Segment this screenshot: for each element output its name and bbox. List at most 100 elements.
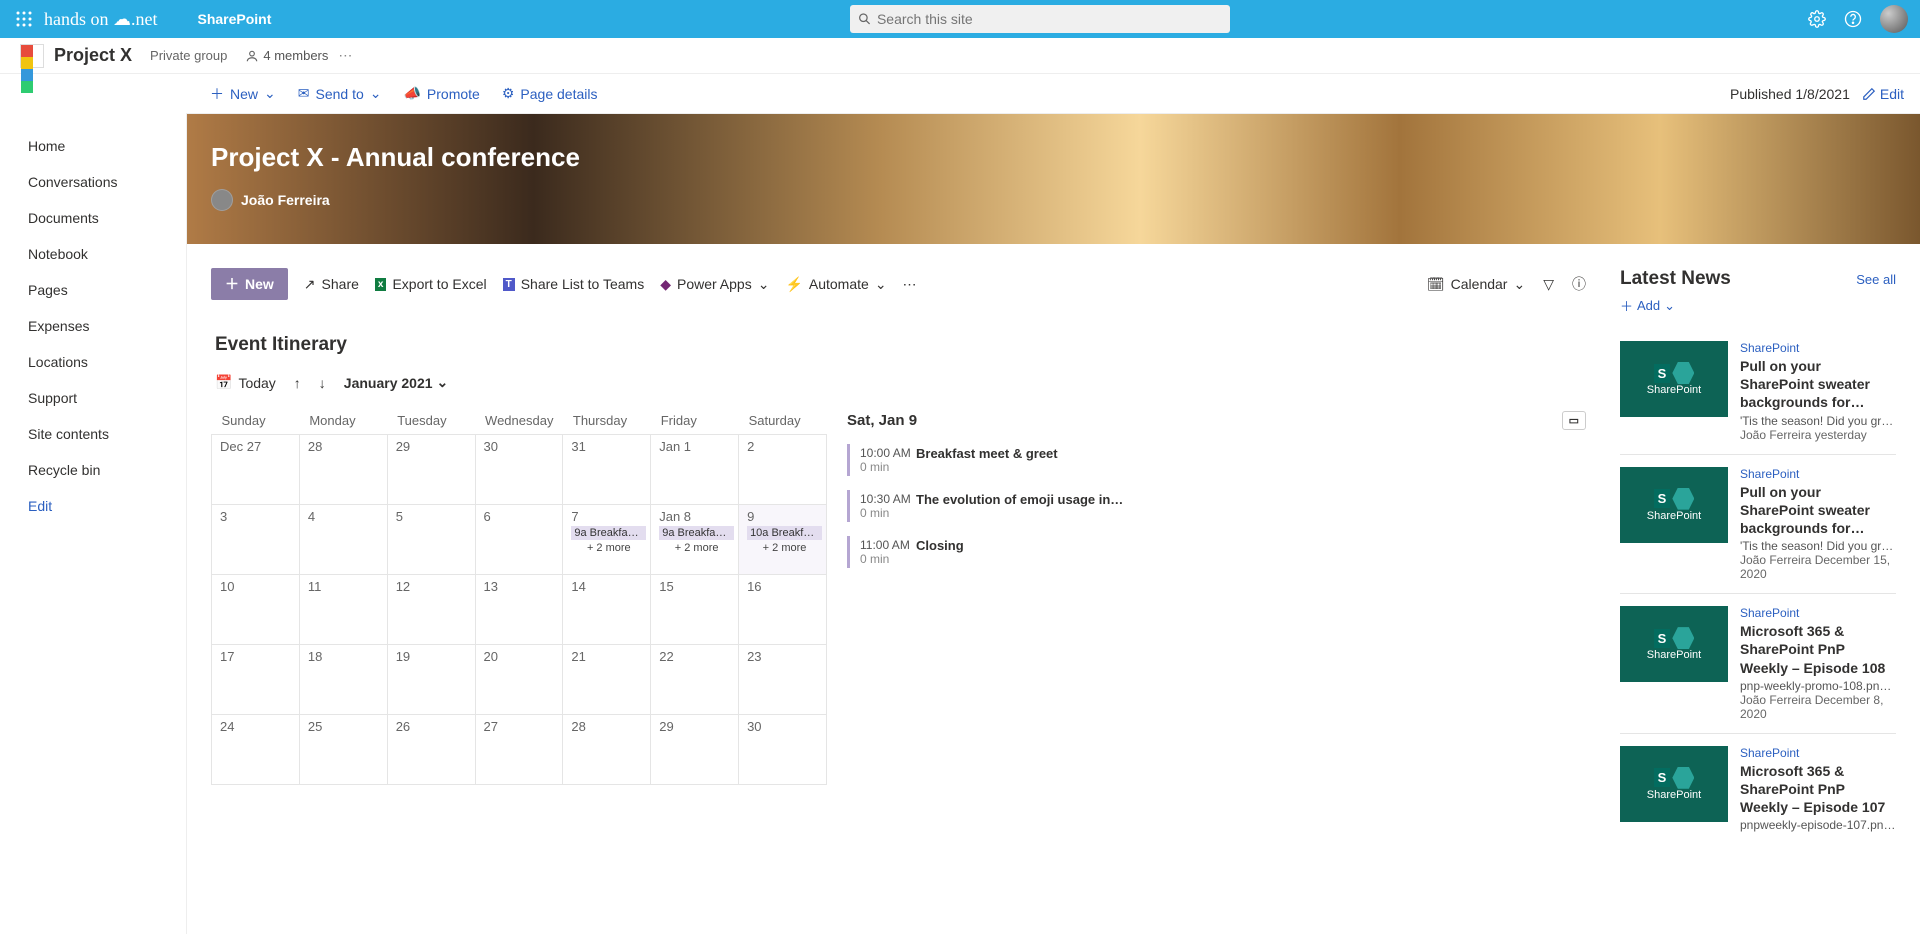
calendar-cell[interactable]: 2 bbox=[739, 435, 827, 505]
powerapps-icon: ◆ bbox=[660, 276, 671, 293]
share-button[interactable]: ↗ Share bbox=[304, 276, 359, 293]
calendar-cell[interactable]: 29 bbox=[651, 715, 739, 785]
more-events[interactable]: + 2 more bbox=[571, 542, 646, 554]
calendar-cell[interactable]: 30 bbox=[475, 435, 563, 505]
help-icon[interactable] bbox=[1844, 10, 1862, 28]
filter-icon[interactable]: ▽ bbox=[1543, 276, 1554, 293]
news-item[interactable]: SSharePoint SharePoint Microsoft 365 & S… bbox=[1620, 594, 1896, 734]
nav-pages[interactable]: Pages bbox=[28, 272, 186, 308]
site-more-icon[interactable]: ⋯ bbox=[338, 47, 352, 64]
search-input[interactable] bbox=[877, 11, 1222, 27]
edit-page-button[interactable]: Edit bbox=[1862, 86, 1904, 102]
calendar-cell[interactable]: 24 bbox=[212, 715, 300, 785]
collapse-icon[interactable]: ▭ bbox=[1562, 411, 1586, 430]
settings-icon[interactable] bbox=[1808, 10, 1826, 28]
members-link[interactable]: 4 members bbox=[245, 48, 328, 63]
event-pill[interactable]: 10a Breakfas… bbox=[747, 526, 822, 540]
calendar-cell[interactable]: 27 bbox=[475, 715, 563, 785]
news-thumbnail: SSharePoint bbox=[1620, 606, 1728, 682]
nav-expenses[interactable]: Expenses bbox=[28, 308, 186, 344]
calendar-cell[interactable]: 23 bbox=[739, 645, 827, 715]
calendar-cell[interactable]: Dec 27 bbox=[212, 435, 300, 505]
day-detail-pane: Sat, Jan 9 ▭ 10:00 AM0 min Breakfast mee… bbox=[847, 407, 1586, 785]
see-all-link[interactable]: See all bbox=[1856, 272, 1896, 287]
next-month-button[interactable]: ↓ bbox=[319, 375, 326, 391]
send-to-button[interactable]: ✉ Send to ⌄ bbox=[298, 85, 382, 102]
more-actions-button[interactable]: ⋯ bbox=[903, 276, 917, 293]
nav-notebook[interactable]: Notebook bbox=[28, 236, 186, 272]
calendar-cell[interactable]: 12 bbox=[387, 575, 475, 645]
calendar-cell[interactable]: 30 bbox=[739, 715, 827, 785]
month-picker[interactable]: January 2021 ⌄ bbox=[344, 374, 448, 391]
calendar-cell[interactable]: 17 bbox=[212, 645, 300, 715]
calendar-cell[interactable]: 20 bbox=[475, 645, 563, 715]
automate-button[interactable]: ⚡ Automate ⌄ bbox=[785, 276, 886, 293]
calendar-cell[interactable]: 25 bbox=[299, 715, 387, 785]
calendar-cell-selected[interactable]: 9 10a Breakfas… + 2 more bbox=[739, 505, 827, 575]
calendar-cell[interactable]: 10 bbox=[212, 575, 300, 645]
pencil-icon bbox=[1862, 87, 1876, 101]
view-selector[interactable]: 🗓 Calendar ⌄ bbox=[1427, 276, 1525, 293]
new-button[interactable]: ＋ New ⌄ bbox=[210, 84, 276, 104]
chevron-down-icon: ⌄ bbox=[1664, 298, 1675, 314]
power-apps-button[interactable]: ◆ Power Apps ⌄ bbox=[660, 276, 769, 293]
export-excel-button[interactable]: x Export to Excel bbox=[375, 276, 487, 292]
nav-site-contents[interactable]: Site contents bbox=[28, 416, 186, 452]
site-logo[interactable] bbox=[20, 44, 44, 68]
calendar-cell[interactable]: 28 bbox=[299, 435, 387, 505]
calendar-cell[interactable]: 16 bbox=[739, 575, 827, 645]
agenda-item[interactable]: 10:30 AM0 min The evolution of emoji usa… bbox=[847, 490, 1586, 522]
news-item[interactable]: SSharePoint SharePoint Microsoft 365 & S… bbox=[1620, 734, 1896, 845]
prev-month-button[interactable]: ↑ bbox=[294, 375, 301, 391]
nav-locations[interactable]: Locations bbox=[28, 344, 186, 380]
calendar-cell[interactable]: 19 bbox=[387, 645, 475, 715]
calendar-cell[interactable]: 26 bbox=[387, 715, 475, 785]
calendar-cell[interactable]: Jan 1 bbox=[651, 435, 739, 505]
more-events[interactable]: + 2 more bbox=[659, 542, 734, 554]
nav-edit[interactable]: Edit bbox=[28, 488, 186, 524]
nav-recycle-bin[interactable]: Recycle bin bbox=[28, 452, 186, 488]
calendar-cell-today[interactable]: Jan 8 9a Breakfast… + 2 more bbox=[651, 505, 739, 575]
event-pill[interactable]: 9a Breakfast… bbox=[659, 526, 734, 540]
page-details-button[interactable]: ⚙ Page details bbox=[502, 85, 598, 102]
calendar-cell[interactable]: 3 bbox=[212, 505, 300, 575]
app-launcher-icon[interactable] bbox=[8, 11, 40, 27]
calendar-cell[interactable]: 18 bbox=[299, 645, 387, 715]
news-item[interactable]: SSharePoint SharePoint Pull on your Shar… bbox=[1620, 329, 1896, 455]
nav-home[interactable]: Home bbox=[28, 128, 186, 164]
nav-conversations[interactable]: Conversations bbox=[28, 164, 186, 200]
calendar-cell[interactable]: 4 bbox=[299, 505, 387, 575]
calendar-cell[interactable]: 14 bbox=[563, 575, 651, 645]
calendar-cell[interactable]: 7 9a Breakfast… + 2 more bbox=[563, 505, 651, 575]
site-name[interactable]: Project X bbox=[54, 45, 132, 66]
calendar-cell[interactable]: 29 bbox=[387, 435, 475, 505]
author-name: João Ferreira bbox=[241, 192, 330, 208]
calendar-cell[interactable]: 31 bbox=[563, 435, 651, 505]
calendar-grid: Sunday Monday Tuesday Wednesday Thursday… bbox=[211, 407, 827, 785]
nav-support[interactable]: Support bbox=[28, 380, 186, 416]
calendar-cell[interactable]: 13 bbox=[475, 575, 563, 645]
agenda-item[interactable]: 11:00 AM0 min Closing bbox=[847, 536, 1586, 568]
news-thumbnail: SSharePoint bbox=[1620, 467, 1728, 543]
calendar-cell[interactable]: 6 bbox=[475, 505, 563, 575]
more-events[interactable]: + 2 more bbox=[747, 542, 822, 554]
calendar-cell[interactable]: 28 bbox=[563, 715, 651, 785]
event-pill[interactable]: 9a Breakfast… bbox=[571, 526, 646, 540]
calendar-cell[interactable]: 15 bbox=[651, 575, 739, 645]
promote-button[interactable]: 📣 Promote bbox=[403, 85, 479, 102]
calendar-cell[interactable]: 5 bbox=[387, 505, 475, 575]
list-new-button[interactable]: ＋ New bbox=[211, 268, 288, 300]
calendar-cell[interactable]: 22 bbox=[651, 645, 739, 715]
today-button[interactable]: 📅 Today bbox=[215, 374, 276, 391]
user-avatar[interactable] bbox=[1880, 5, 1908, 33]
calendar-cell[interactable]: 11 bbox=[299, 575, 387, 645]
search-box[interactable] bbox=[850, 5, 1230, 33]
calendar-title: Event Itinerary bbox=[215, 334, 1586, 356]
share-teams-button[interactable]: T Share List to Teams bbox=[503, 276, 645, 292]
agenda-item[interactable]: 10:00 AM0 min Breakfast meet & greet bbox=[847, 444, 1586, 476]
add-news-button[interactable]: ＋ Add ⌄ bbox=[1620, 296, 1896, 315]
calendar-cell[interactable]: 21 bbox=[563, 645, 651, 715]
info-icon[interactable]: ⓘ bbox=[1572, 274, 1586, 294]
news-item[interactable]: SSharePoint SharePoint Pull on your Shar… bbox=[1620, 455, 1896, 595]
nav-documents[interactable]: Documents bbox=[28, 200, 186, 236]
